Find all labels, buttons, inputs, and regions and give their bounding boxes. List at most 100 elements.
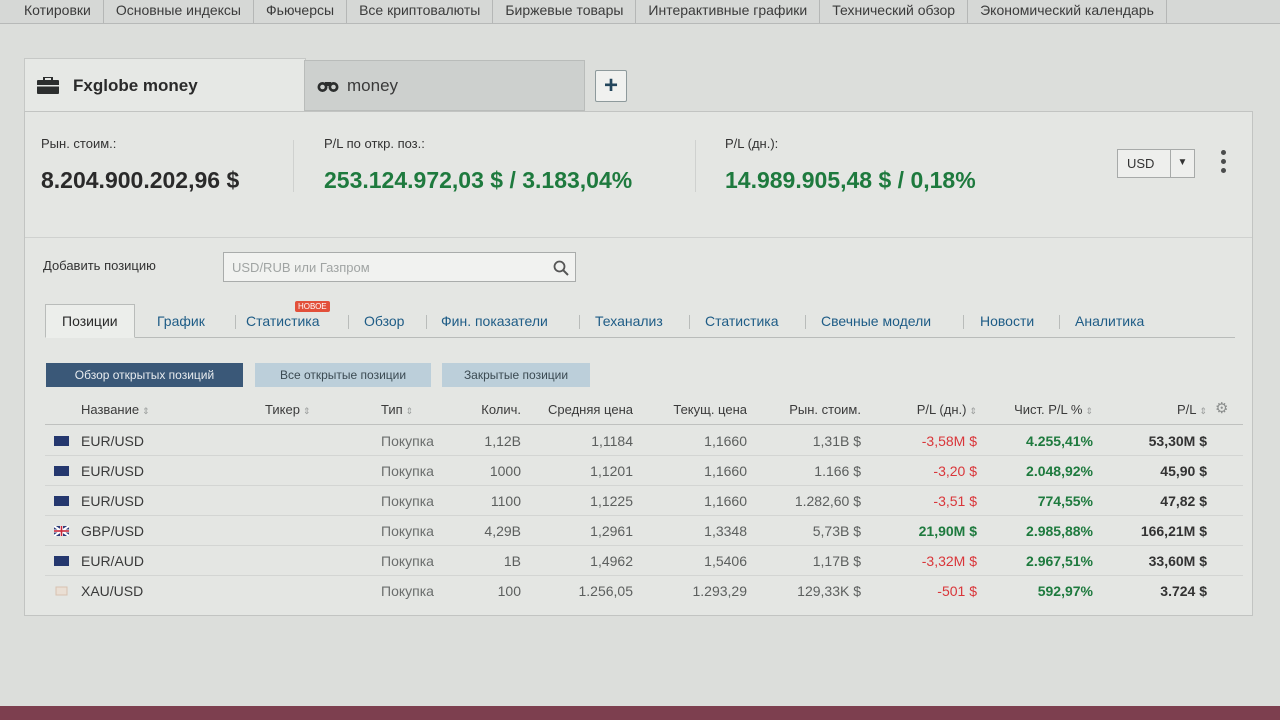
tab-overview[interactable]: Обзор [364, 313, 404, 329]
col-type[interactable]: Тип ⇕ [381, 402, 413, 417]
open-pl-value: 253.124.972,03 $ / 3.183,04% [324, 167, 633, 193]
more-options-icon[interactable] [1217, 150, 1229, 178]
gear-icon[interactable]: ⚙ [1215, 399, 1228, 417]
nav-item-technical[interactable]: Технический обзор [820, 0, 969, 23]
nav-item-crypto[interactable]: Все криптовалюты [347, 0, 494, 23]
portfolio-summary: Рын. стоим.: 8.204.900.202,96 $ P/L по о… [25, 112, 1252, 238]
market-value: 1.166 $ [814, 463, 861, 479]
tab-technical[interactable]: Теханализ [595, 313, 663, 329]
closed-positions-button[interactable]: Закрытые позиции [442, 363, 590, 387]
col-name[interactable]: Название ⇕ [81, 402, 150, 417]
add-portfolio-button[interactable]: + [595, 70, 627, 102]
quantity: 4,29B [484, 523, 521, 539]
net-pl-pct: 4.255,41% [1026, 433, 1093, 449]
quantity: 1,12B [484, 433, 521, 449]
net-pl-pct: 774,55% [1037, 493, 1093, 509]
nav-item-indices[interactable]: Основные индексы [104, 0, 254, 23]
col-net-pl-pct[interactable]: Чист. P/L % ⇕ [1014, 402, 1093, 417]
pl: 53,30M $ [1148, 433, 1207, 449]
daily-pl-value: 14.989.905,48 $ / 0,18% [725, 167, 976, 193]
portfolio-panel: Рын. стоим.: 8.204.900.202,96 $ P/L по о… [24, 111, 1253, 616]
all-open-positions-button[interactable]: Все открытые позиции [255, 363, 431, 387]
col-avg-price[interactable]: Средняя цена [548, 402, 633, 417]
instrument-name[interactable]: EUR/USD [81, 493, 144, 509]
nav-item-charts[interactable]: Интерактивные графики [636, 0, 821, 23]
tab-news[interactable]: Новости [980, 313, 1034, 329]
instrument-name[interactable]: EUR/AUD [81, 553, 144, 569]
avg-price: 1,4962 [590, 553, 633, 569]
table-row[interactable]: EUR/AUD Покупка 1B 1,4962 1,5406 1,17B $… [45, 546, 1243, 576]
table-row[interactable]: EUR/USD Покупка 1,12B 1,1184 1,1660 1,31… [45, 426, 1243, 456]
col-current-price[interactable]: Текущ. цена [673, 402, 747, 417]
chevron-down-icon: ▼ [1170, 150, 1194, 177]
open-pl-caption: P/L по откр. поз.: [324, 136, 425, 151]
sort-icon: ⇕ [969, 406, 977, 416]
col-pl[interactable]: P/L ⇕ [1177, 402, 1207, 417]
avg-price: 1,1184 [591, 433, 633, 449]
tab-chart[interactable]: График [157, 313, 205, 329]
instrument-name[interactable]: EUR/USD [81, 433, 144, 449]
current-price: 1,1660 [704, 463, 747, 479]
nav-item-futures[interactable]: Фьючерсы [254, 0, 348, 23]
tab-statistics-new[interactable]: Статистика [246, 313, 320, 329]
pl: 3.724 $ [1160, 583, 1207, 599]
instrument-name[interactable]: GBP/USD [81, 523, 144, 539]
currency-select[interactable]: USD ▼ [1117, 149, 1195, 178]
sort-icon: ⇕ [302, 406, 311, 416]
nav-item-commodities[interactable]: Биржевые товары [493, 0, 637, 23]
daily-pl: -3,58M $ [921, 433, 977, 449]
new-badge: НОВОЕ [295, 301, 330, 312]
tab-statistics[interactable]: Статистика [705, 313, 779, 329]
currency-value: USD [1127, 156, 1155, 171]
net-pl-pct: 2.985,88% [1026, 523, 1093, 539]
position-type: Покупка [381, 583, 434, 599]
daily-pl: -3,20 $ [933, 463, 977, 479]
table-row[interactable]: EUR/USD Покупка 1100 1,1225 1,1660 1.282… [45, 486, 1243, 516]
market-value-block: Рын. стоим.: 8.204.900.202,96 $ [41, 136, 239, 194]
instrument-name[interactable]: XAU/USD [81, 583, 143, 599]
col-daily-pl[interactable]: P/L (дн.) ⇕ [917, 402, 977, 417]
col-ticker[interactable]: Тикер ⇕ [265, 402, 310, 417]
gold-icon [55, 586, 68, 596]
tab-divider [348, 315, 349, 329]
col-market-value[interactable]: Рын. стоим. [789, 402, 861, 417]
nav-item-quotes[interactable]: Котировки [0, 0, 104, 23]
tab-positions[interactable]: Позиции [45, 304, 135, 338]
market-value: 1,31B $ [812, 433, 861, 449]
summary-divider [695, 140, 696, 192]
portfolio-tab-label: Fxglobe money [73, 75, 198, 95]
market-value: 1.282,60 $ [794, 493, 861, 509]
position-type: Покупка [381, 463, 434, 479]
portfolio-tab-active[interactable]: Fxglobe money [24, 58, 306, 112]
pl: 33,60M $ [1148, 553, 1207, 569]
pl: 45,90 $ [1160, 463, 1207, 479]
open-positions-overview-button[interactable]: Обзор открытых позиций [46, 363, 243, 387]
table-row[interactable]: GBP/USD Покупка 4,29B 1,2961 1,3348 5,73… [45, 516, 1243, 546]
tab-financials[interactable]: Фин. показатели [441, 313, 548, 329]
pl: 47,82 $ [1160, 493, 1207, 509]
instrument-name[interactable]: EUR/USD [81, 463, 144, 479]
market-value-caption: Рын. стоим.: [41, 136, 117, 151]
watchlist-tab-label: money [347, 75, 399, 95]
col-name-label: Название [81, 402, 140, 417]
sort-icon: ⇕ [1199, 406, 1207, 416]
col-ticker-label: Тикер [265, 402, 300, 417]
table-row[interactable]: EUR/USD Покупка 1000 1,1201 1,1660 1.166… [45, 456, 1243, 486]
col-quantity[interactable]: Колич. [481, 402, 521, 417]
tab-divider [689, 315, 690, 329]
current-price: 1,5406 [704, 553, 747, 569]
market-value: 1,17B $ [812, 553, 861, 569]
add-position-label: Добавить позицию [43, 258, 156, 273]
portfolio-tab-watchlist[interactable]: money [304, 60, 585, 111]
tab-candlestick[interactable]: Свечные модели [821, 313, 931, 329]
add-position-search-input[interactable] [223, 252, 576, 282]
search-icon[interactable] [553, 260, 569, 276]
daily-pl: -3,51 $ [933, 493, 977, 509]
tab-analytics[interactable]: Аналитика [1075, 313, 1144, 329]
os-taskbar [0, 706, 1280, 720]
uk-flag-icon [54, 526, 69, 536]
market-value: 8.204.900.202,96 $ [41, 167, 240, 193]
table-row[interactable]: XAU/USD Покупка 100 1.256,05 1.293,29 12… [45, 576, 1243, 606]
nav-item-calendar[interactable]: Экономический календарь [968, 0, 1167, 23]
daily-pl: 21,90M $ [918, 523, 977, 539]
